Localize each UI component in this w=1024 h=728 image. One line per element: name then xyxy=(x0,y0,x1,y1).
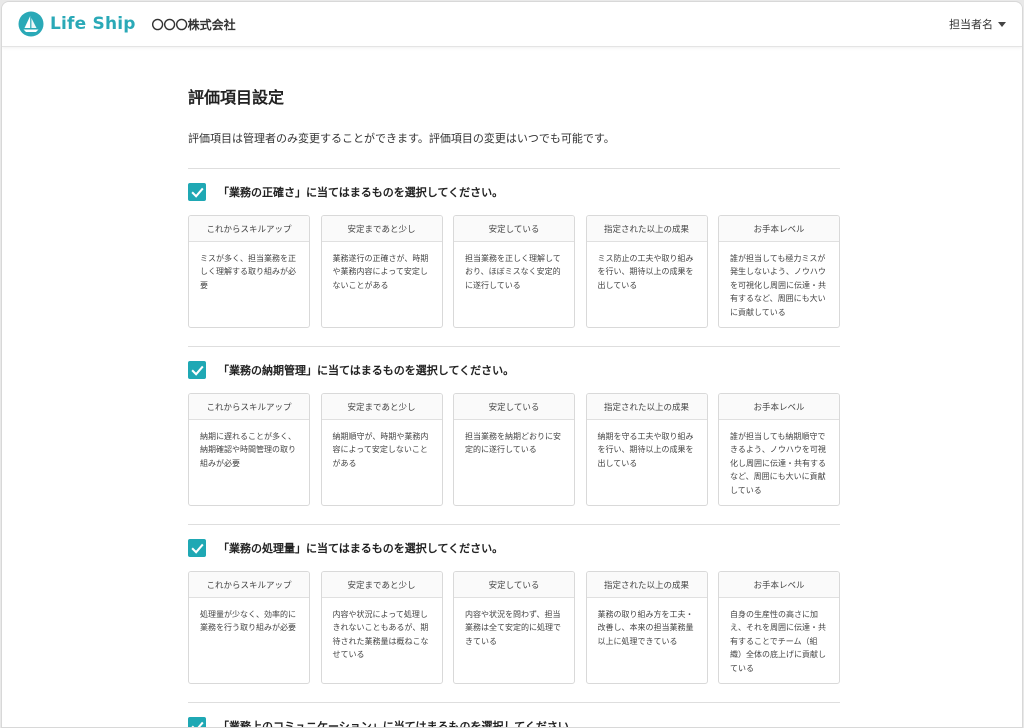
user-name: 担当者名 xyxy=(949,18,993,31)
evaluation-section: 「業務上のコミュニケーション」に当てはまるものを選択してください。 xyxy=(188,703,840,728)
section-checkbox[interactable] xyxy=(188,361,206,379)
level-card[interactable]: 安定している担当業務を正しく理解しており、ほぼミスなく安定的に遂行している xyxy=(453,215,575,328)
level-card-description: 内容や状況を問わず、担当業務は全て安定的に処理できている xyxy=(465,610,561,646)
level-card-description: 納期を守る工夫や取り組みを行い、期待以上の成果を出している xyxy=(597,432,694,468)
top-bar: Life Ship 〇〇〇株式会社 担当者名 xyxy=(2,2,1022,47)
level-card[interactable]: 安定まであと少し業務遂行の正確さが、時期や業務内容によって安定しないことがある xyxy=(320,215,443,328)
section-checkbox[interactable] xyxy=(188,539,206,557)
level-card-title: 指定された以上の成果 xyxy=(586,572,707,598)
section-header: 「業務の正確さ」に当てはまるものを選択してください。 xyxy=(188,182,840,202)
level-card-title: これからスキルアップ xyxy=(189,216,309,242)
level-card-title: 指定された以上の成果 xyxy=(586,216,707,242)
evaluation-section: 「業務の処理量」に当てはまるものを選択してください。これからスキルアップ 処理量が… xyxy=(188,525,840,703)
section-question: 「業務の納期管理」に当てはまるものを選択してください。 xyxy=(218,364,515,377)
level-card-description: 処理量が少なく、効率的に業務を行う取り組みが必要 xyxy=(200,610,296,633)
level-card-title: お手本レベル xyxy=(719,394,839,420)
company-name: 〇〇〇株式会社 xyxy=(151,17,236,32)
level-card-description: 担当業務を正しく理解しており、ほぼミスなく安定的に遂行している xyxy=(465,254,561,290)
logo[interactable]: Life Ship xyxy=(18,11,136,37)
level-card[interactable]: 安定している内容や状況を問わず、担当業務は全て安定的に処理できている xyxy=(453,571,575,684)
level-card-description: ミスが多く、担当業務を正しく理解する取り組みが必要 xyxy=(200,254,296,290)
checkmark-icon xyxy=(190,365,204,376)
section-checkbox[interactable] xyxy=(188,717,206,727)
checkmark-icon xyxy=(190,543,204,554)
level-card-description: ミス防止の工夫や取り組みを行い、期待以上の成果を出している xyxy=(597,254,694,290)
checkmark-icon xyxy=(190,187,204,198)
section-header: 「業務の処理量」に当てはまるものを選択してください。 xyxy=(188,538,840,558)
level-cards: これからスキルアップミスが多く、担当業務を正しく理解する取り組みが必要 安定まであ… xyxy=(188,215,840,328)
level-card[interactable]: これからスキルアップ納期に遅れることが多く、納期確認や時間管理の取り組みが必要 xyxy=(188,393,310,506)
level-card-title: 安定している xyxy=(454,394,574,420)
life-ship-logo-icon xyxy=(18,11,44,37)
level-card[interactable]: 安定まであと少し納期順守が、時期や業務内容によって安定しないことがある xyxy=(320,393,443,506)
level-card-title: お手本レベル xyxy=(719,572,839,598)
level-card[interactable]: お手本レベル自身の生産性の高さに加え、それを周囲に伝達・共有することでチーム（組… xyxy=(718,571,840,684)
level-card[interactable]: これからスキルアップミスが多く、担当業務を正しく理解する取り組みが必要 xyxy=(188,215,310,328)
level-card[interactable]: 指定された以上の成果ミス防止の工夫や取り組みを行い、期待以上の成果を出している xyxy=(585,215,708,328)
section-checkbox[interactable] xyxy=(188,183,206,201)
level-card-description: 内容や状況によって処理しきれないこともあるが、期待された業務量は概ねこなせている xyxy=(332,610,429,660)
level-card-description: 担当業務を納期どおりに安定的に遂行している xyxy=(465,432,561,455)
app-window: Life Ship 〇〇〇株式会社 担当者名 評価項目設定 評価項目は管理者のみ… xyxy=(1,1,1023,728)
level-card-description: 業務の取り組み方を工夫・改善し、本来の担当業務量以上に処理できている xyxy=(597,610,694,646)
user-menu[interactable]: 担当者名 xyxy=(949,16,1006,32)
evaluation-section: 「業務の納期管理」に当てはまるものを選択してください。これからスキルアップ納期に… xyxy=(188,347,840,525)
level-card-title: 指定された以上の成果 xyxy=(586,394,707,420)
level-card[interactable]: 安定まであと少し内容や状況によって処理しきれないこともあるが、期待された業務量は… xyxy=(320,571,443,684)
level-card[interactable]: 指定された以上の成果業務の取り組み方を工夫・改善し、本来の担当業務量以上に処理で… xyxy=(585,571,708,684)
section-header: 「業務上のコミュニケーション」に当てはまるものを選択してください。 xyxy=(188,716,840,728)
brand-name: Life Ship xyxy=(50,14,136,34)
evaluation-section: 「業務の正確さ」に当てはまるものを選択してください。これからスキルアップミスが多… xyxy=(188,169,840,347)
level-card-title: お手本レベル xyxy=(719,216,839,242)
level-card-description: 納期順守が、時期や業務内容によって安定しないことがある xyxy=(332,432,429,468)
checkmark-icon xyxy=(190,721,204,727)
level-card-title: 安定している xyxy=(454,572,574,598)
main-content: 評価項目設定 評価項目は管理者のみ変更することができます。評価項目の変更はいつで… xyxy=(188,84,840,728)
level-card[interactable]: お手本レベル誰が担当しても極力ミスが発生しないよう、ノウハウを可視化し周囲に伝達… xyxy=(718,215,840,328)
level-cards: これからスキルアップ 処理量が少なく、効率的に業務を行う取り組みが必要 安定まであと… xyxy=(188,571,840,684)
level-card-title: 安定まであと少し xyxy=(321,394,442,420)
level-card-title: 安定まであと少し xyxy=(321,572,442,598)
section-header: 「業務の納期管理」に当てはまるものを選択してください。 xyxy=(188,360,840,380)
level-card-description: 自身の生産性の高さに加え、それを周囲に伝達・共有することでチーム（組織）全体の底… xyxy=(730,610,826,673)
caret-down-icon xyxy=(998,21,1006,27)
level-card-title: これからスキルアップ xyxy=(189,394,309,420)
section-question: 「業務の正確さ」に当てはまるものを選択してください。 xyxy=(218,186,504,199)
level-card[interactable]: 安定している 担当業務を納期どおりに安定的に遂行している xyxy=(453,393,575,506)
level-card[interactable]: お手本レベル誰が担当しても納期順守できるよう、ノウハウを可視化し周囲に伝達・共有… xyxy=(718,393,840,506)
level-card[interactable]: 指定された以上の成果納期を守る工夫や取り組みを行い、期待以上の成果を出している xyxy=(585,393,708,506)
level-card-title: 安定している xyxy=(454,216,574,242)
level-card-description: 業務遂行の正確さが、時期や業務内容によって安定しないことがある xyxy=(332,254,429,290)
evaluation-sections: 「業務の正確さ」に当てはまるものを選択してください。 これからスキルアップ ミスが多… xyxy=(188,169,840,728)
level-card[interactable]: これからスキルアップ 処理量が少なく、効率的に業務を行う取り組みが必要 xyxy=(188,571,310,684)
level-card-title: 安定まであと少し xyxy=(321,216,442,242)
section-question: 「業務の処理量」に当てはまるものを選択してください。 xyxy=(218,542,504,555)
level-card-description: 納期に遅れることが多く、納期確認や時間管理の取り組みが必要 xyxy=(200,432,296,468)
level-cards: これからスキルアップ 納期に遅れることが多く、納期確認や時間管理の取り組みが必要安… xyxy=(188,393,840,506)
level-card-title: これからスキルアップ xyxy=(189,572,309,598)
level-card-description: 誰が担当しても納期順守できるよう、ノウハウを可視化し周囲に伝達・共有するなど、周… xyxy=(730,432,826,495)
level-card-description: 誰が担当しても極力ミスが発生しないよう、ノウハウを可視化し周囲に伝達・共有するな… xyxy=(730,254,826,317)
page-description: 評価項目は管理者のみ変更することができます。評価項目の変更はいつでも可能です。 xyxy=(188,132,615,145)
page-title: 評価項目設定 xyxy=(188,88,285,107)
section-question: 「業務上のコミュニケーション」に当てはまるものを選択してください。 xyxy=(218,720,580,728)
